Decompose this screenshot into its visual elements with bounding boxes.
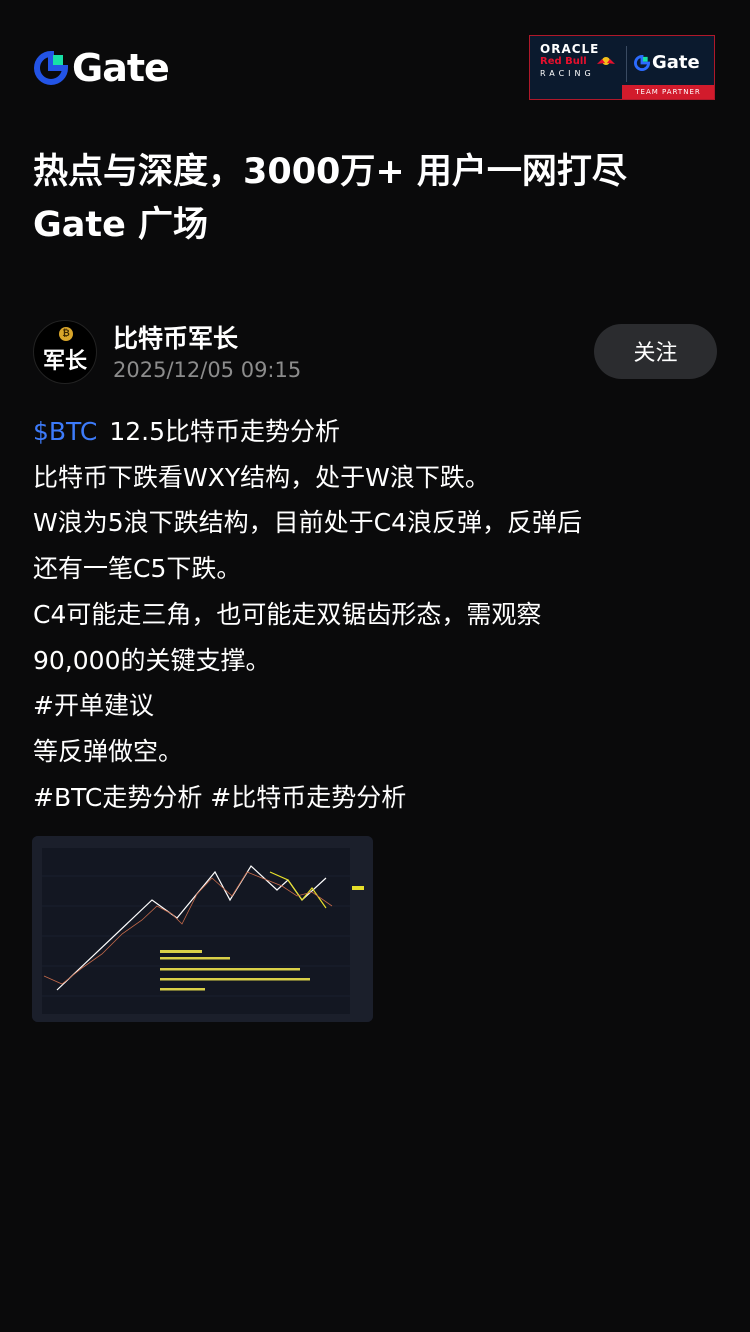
post-line-1: $BTC 12.5比特币走势分析: [33, 409, 723, 455]
post-title: 12.5比特币走势分析: [109, 417, 340, 446]
hashtag-trade-advice[interactable]: #开单建议: [33, 683, 723, 729]
hashtag-line[interactable]: #BTC走势分析 #比特币走势分析: [33, 775, 723, 821]
chart-screenshot-image[interactable]: [32, 836, 373, 1022]
gate-logo-text: Gate: [72, 46, 170, 90]
author-name[interactable]: 比特币军长: [113, 319, 238, 355]
post-line-3: W浪为5浪下跌结构，目前处于C4浪反弹，反弹后: [33, 508, 582, 538]
partner-gate-text: Gate: [652, 52, 700, 73]
follow-button[interactable]: 关注: [594, 324, 717, 379]
headline-line-2: Gate 广场: [33, 205, 209, 245]
headline-line-1: 热点与深度，3000万+ 用户一网打尽: [33, 152, 627, 192]
post-line-5: C4可能走三角，也可能走双锯齿形态，需观察: [33, 599, 542, 629]
bull-icon: [597, 57, 615, 65]
racing-wordmark: RACING: [540, 69, 595, 78]
gate-logo: Gate: [34, 46, 170, 90]
bitcoin-icon: ₿: [59, 327, 73, 341]
partner-divider: [626, 46, 627, 82]
post-line-8: 等反弹做空。: [33, 736, 184, 766]
partner-badge[interactable]: ORACLE Red Bull RACING Gate TEAM PARTNER: [529, 35, 715, 100]
post-body: $BTC 12.5比特币走势分析 比特币下跌看WXY结构，处于W浪下跌。 W浪为5…: [33, 409, 723, 820]
page-headline: 热点与深度，3000万+ 用户一网打尽 Gate 广场: [33, 146, 723, 252]
post-timestamp: 2025/12/05 09:15: [113, 358, 302, 382]
gate-logo-icon: [634, 54, 650, 71]
post-line-2: 比特币下跌看WXY结构，处于W浪下跌。: [33, 462, 490, 492]
ticker-link[interactable]: $BTC: [33, 417, 97, 446]
oracle-wordmark: ORACLE: [540, 42, 600, 56]
author-avatar[interactable]: ₿ 军长: [33, 320, 97, 384]
gate-logo-icon: [34, 51, 68, 85]
chart-thumbnail-graphic: [32, 836, 373, 1022]
partner-gate-logo: Gate: [634, 52, 700, 73]
post-line-4: 还有一笔C5下跌。: [33, 554, 242, 584]
avatar-text: 军长: [42, 349, 87, 374]
team-partner-label: TEAM PARTNER: [622, 85, 714, 99]
post-line-6: 90,000的关键支撑。: [33, 645, 271, 675]
redbull-wordmark: Red Bull: [540, 56, 587, 67]
